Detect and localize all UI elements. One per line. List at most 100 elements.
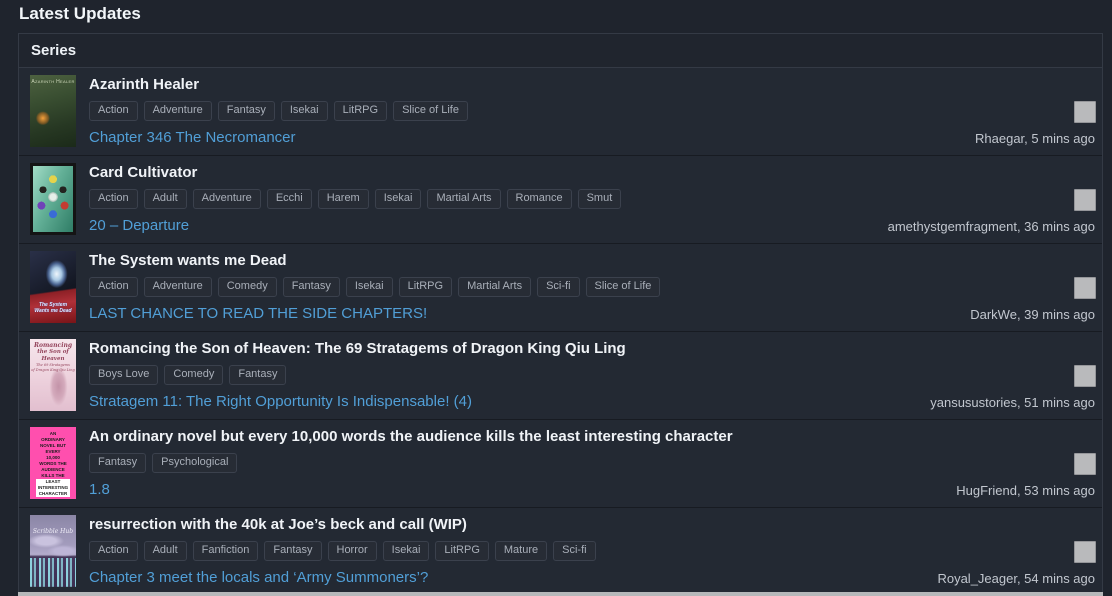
- chapter-link[interactable]: 1.8: [89, 480, 110, 499]
- chapter-link[interactable]: 20 – Departure: [89, 216, 189, 235]
- genre-tag[interactable]: Sci-fi: [553, 541, 595, 561]
- author-avatar-placeholder[interactable]: [1074, 277, 1096, 299]
- genre-tag[interactable]: Boys Love: [89, 365, 158, 385]
- series-title-link[interactable]: Card Cultivator: [89, 163, 1102, 182]
- author-avatar-placeholder[interactable]: [1074, 541, 1096, 563]
- update-meta: DarkWe, 39 mins ago: [970, 307, 1095, 322]
- author-avatar-placeholder[interactable]: [1074, 101, 1096, 123]
- genre-tag[interactable]: Fantasy: [218, 101, 275, 121]
- genre-tag[interactable]: Fantasy: [229, 365, 286, 385]
- genre-tag[interactable]: Fantasy: [89, 453, 146, 473]
- update-meta: amethystgemfragment, 36 mins ago: [888, 219, 1095, 234]
- chapter-link[interactable]: Chapter 3 meet the locals and ‘Army Summ…: [89, 568, 428, 587]
- author-avatar-placeholder[interactable]: [1074, 365, 1096, 387]
- genre-tag[interactable]: Comedy: [218, 277, 277, 297]
- genre-tag[interactable]: Smut: [578, 189, 622, 209]
- series-title-link[interactable]: resurrection with the 40k at Joe’s beck …: [89, 515, 1102, 534]
- update-meta: yansusustories, 51 mins ago: [930, 395, 1095, 410]
- genre-tag[interactable]: LitRPG: [334, 101, 387, 121]
- genre-tag[interactable]: Action: [89, 541, 138, 561]
- author-link[interactable]: DarkWe: [970, 307, 1017, 322]
- genre-tag[interactable]: Fanfiction: [193, 541, 259, 561]
- genre-tag[interactable]: Action: [89, 189, 138, 209]
- series-title-link[interactable]: Romancing the Son of Heaven: The 69 Stra…: [89, 339, 1102, 358]
- update-meta: Royal_Jeager, 54 mins ago: [937, 571, 1095, 586]
- genre-tags: Fantasy Psychological: [89, 453, 1102, 473]
- genre-tags: Action Adventure Comedy Fantasy Isekai LitRPG…: [89, 277, 1102, 297]
- series-update-row: The SystemWants me Dead The System wants…: [19, 244, 1102, 332]
- page-bottom-edge: [18, 592, 1103, 596]
- genre-tag[interactable]: Isekai: [383, 541, 430, 561]
- genre-tag[interactable]: Sci-fi: [537, 277, 579, 297]
- genre-tag[interactable]: Isekai: [375, 189, 422, 209]
- genre-tag[interactable]: Adventure: [144, 277, 212, 297]
- author-link[interactable]: amethystgemfragment: [888, 219, 1017, 234]
- genre-tag[interactable]: Adult: [144, 189, 187, 209]
- update-time: , 54 mins ago: [1017, 571, 1095, 586]
- genre-tag[interactable]: Fantasy: [283, 277, 340, 297]
- update-time: , 39 mins ago: [1017, 307, 1095, 322]
- chapter-link[interactable]: Stratagem 11: The Right Opportunity Is I…: [89, 392, 472, 411]
- update-time: , 53 mins ago: [1017, 483, 1095, 498]
- author-link[interactable]: Rhaegar: [975, 131, 1024, 146]
- genre-tag[interactable]: Action: [89, 101, 138, 121]
- series-update-row: ANORDINARYNOVEL BUTEVERY10,000WORDS THEA…: [19, 420, 1102, 508]
- series-title-link[interactable]: An ordinary novel but every 10,000 words…: [89, 427, 1102, 446]
- page-title: Latest Updates: [0, 0, 1112, 33]
- chapter-link[interactable]: Chapter 346 The Necromancer: [89, 128, 296, 147]
- genre-tag[interactable]: Psychological: [152, 453, 237, 473]
- series-panel-header: Series: [19, 34, 1102, 68]
- genre-tag[interactable]: Ecchi: [267, 189, 312, 209]
- genre-tag[interactable]: Adult: [144, 541, 187, 561]
- author-link[interactable]: yansusustories: [930, 395, 1017, 410]
- update-time: , 36 mins ago: [1017, 219, 1095, 234]
- author-link[interactable]: Royal_Jeager: [937, 571, 1017, 586]
- update-time: , 51 mins ago: [1017, 395, 1095, 410]
- series-title-link[interactable]: Azarinth Healer: [89, 75, 1102, 94]
- cover-title-text: Romancingthe Son of HeavenThe 69 Stratag…: [30, 342, 76, 373]
- author-avatar-placeholder[interactable]: [1074, 189, 1096, 211]
- series-update-row: Card Cultivator Action Adult Adventure Ecch…: [19, 156, 1102, 244]
- genre-tag[interactable]: Action: [89, 277, 138, 297]
- genre-tags: Action Adult FanfictionFantasy Horror Isekai…: [89, 541, 1102, 561]
- series-cover-image[interactable]: Romancingthe Son of HeavenThe 69 Stratag…: [30, 339, 76, 411]
- series-cover-image[interactable]: [30, 163, 76, 235]
- cover-title-text: Azarinth Healer: [30, 79, 76, 85]
- genre-tag[interactable]: Fantasy: [264, 541, 321, 561]
- genre-tag[interactable]: Martial Arts: [458, 277, 531, 297]
- genre-tag[interactable]: Romance: [507, 189, 572, 209]
- series-update-row: Romancingthe Son of HeavenThe 69 Stratag…: [19, 332, 1102, 420]
- genre-tags: Action Adventure Fantasy Isekai LitRPG Slice …: [89, 101, 1102, 121]
- genre-tag[interactable]: Adventure: [144, 101, 212, 121]
- genre-tag[interactable]: Adventure: [193, 189, 261, 209]
- genre-tag[interactable]: Martial Arts: [427, 189, 500, 209]
- cover-title-text: The SystemWants me Dead: [30, 302, 76, 314]
- genre-tag[interactable]: Harem: [318, 189, 369, 209]
- latest-updates-page: Latest Updates Series Azarinth Healer Az…: [0, 0, 1112, 596]
- series-update-row: Azarinth Healer Azarinth Healer Action Ad…: [19, 68, 1102, 156]
- cover-title-text: Scribble Hub: [30, 528, 76, 535]
- genre-tag[interactable]: Isekai: [281, 101, 328, 121]
- series-cover-image[interactable]: Azarinth Healer: [30, 75, 76, 147]
- series-panel: Series Azarinth Healer Azarinth Healer A…: [18, 33, 1103, 596]
- genre-tag[interactable]: Isekai: [346, 277, 393, 297]
- genre-tag[interactable]: Horror: [328, 541, 377, 561]
- update-time: , 5 mins ago: [1024, 131, 1095, 146]
- genre-tag[interactable]: LitRPG: [435, 541, 488, 561]
- genre-tag[interactable]: Comedy: [164, 365, 223, 385]
- author-avatar-placeholder[interactable]: [1074, 453, 1096, 475]
- series-cover-image[interactable]: The SystemWants me Dead: [30, 251, 76, 323]
- series-list: Azarinth Healer Azarinth Healer Action Ad…: [19, 68, 1102, 596]
- update-meta: Rhaegar, 5 mins ago: [975, 131, 1095, 146]
- author-link[interactable]: HugFriend: [956, 483, 1017, 498]
- genre-tags: Boys Love Comedy Fantasy: [89, 365, 1102, 385]
- series-cover-image[interactable]: Scribble Hub: [30, 515, 76, 587]
- series-title-link[interactable]: The System wants me Dead: [89, 251, 1102, 270]
- chapter-link[interactable]: LAST CHANCE TO READ THE SIDE CHAPTERS!: [89, 304, 427, 323]
- genre-tag[interactable]: LitRPG: [399, 277, 452, 297]
- genre-tag[interactable]: Slice of Life: [393, 101, 468, 121]
- genre-tag[interactable]: Slice of Life: [586, 277, 661, 297]
- genre-tag[interactable]: Mature: [495, 541, 547, 561]
- series-cover-image[interactable]: ANORDINARYNOVEL BUTEVERY10,000WORDS THEA…: [30, 427, 76, 499]
- cover-title-text: ANORDINARYNOVEL BUTEVERY10,000WORDS THEA…: [30, 431, 76, 497]
